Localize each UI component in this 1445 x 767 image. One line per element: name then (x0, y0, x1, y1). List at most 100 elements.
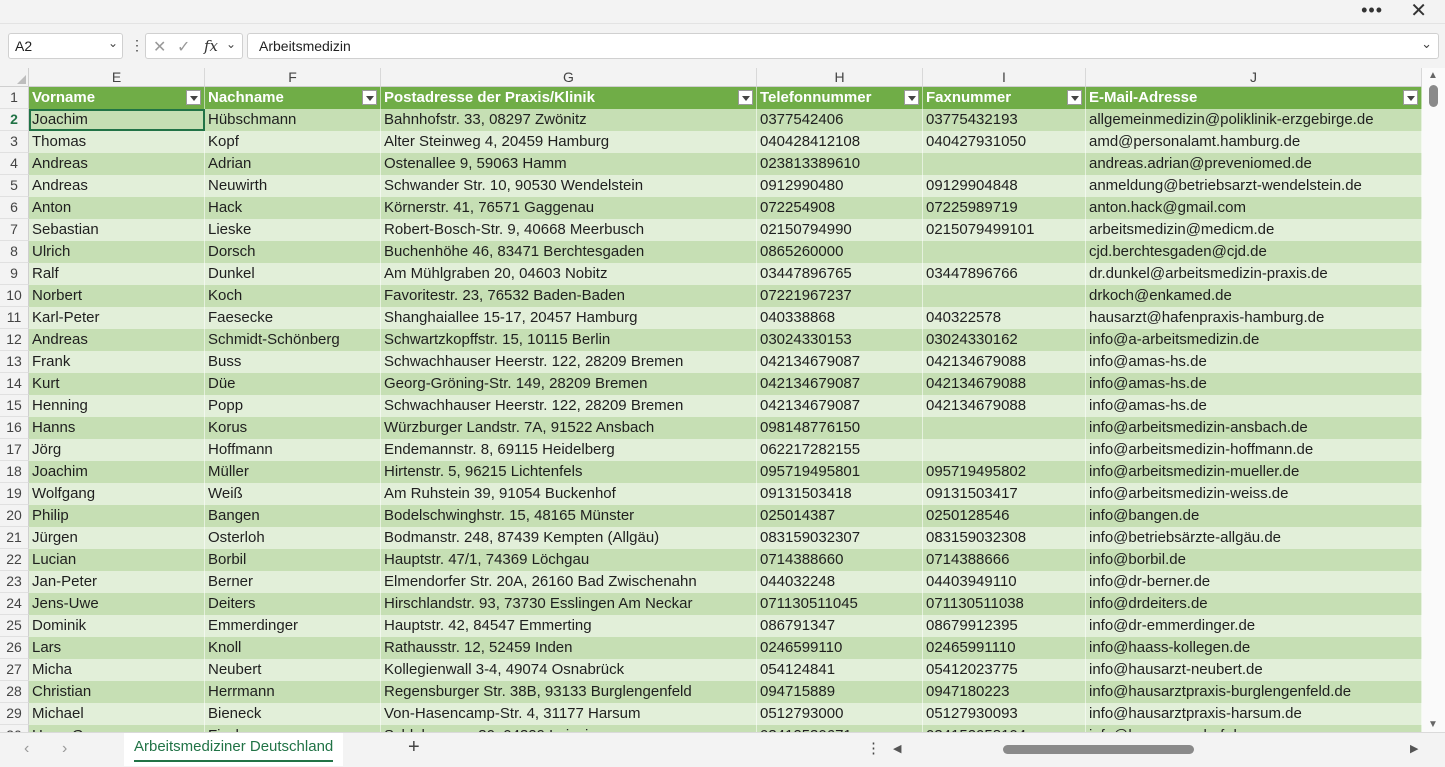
close-icon[interactable]: ✕ (1410, 0, 1427, 22)
cell-h[interactable]: 083159032307 (757, 527, 923, 549)
cell-g[interactable]: Schwartzkopffstr. 15, 10115 Berlin (381, 329, 757, 351)
row-header[interactable]: 17 (0, 439, 29, 461)
cell-e[interactable]: Anton (29, 197, 205, 219)
cell-f[interactable]: Bieneck (205, 703, 381, 725)
cell-h[interactable]: 0512793000 (757, 703, 923, 725)
row-header[interactable]: 21 (0, 527, 29, 549)
cell-j[interactable]: cjd.berchtesgaden@cjd.de (1086, 241, 1422, 263)
cell-j[interactable]: info@hausarztpraxis-harsum.de (1086, 703, 1422, 725)
cell-i[interactable]: 0714388666 (923, 549, 1086, 571)
sheet-tab-active[interactable]: Arbeitsmediziner Deutschland (124, 733, 344, 766)
row-header[interactable]: 18 (0, 461, 29, 483)
row-header[interactable]: 5 (0, 175, 29, 197)
cell-g[interactable]: Von-Hasencamp-Str. 4, 31177 Harsum (381, 703, 757, 725)
cell-f[interactable]: Lieske (205, 219, 381, 241)
row-header[interactable]: 26 (0, 637, 29, 659)
cell-e[interactable]: Wolfgang (29, 483, 205, 505)
cell-h[interactable]: 02150794990 (757, 219, 923, 241)
cell-g[interactable]: Shanghaiallee 15-17, 20457 Hamburg (381, 307, 757, 329)
cell-e[interactable]: Sebastian (29, 219, 205, 241)
cell-i[interactable]: 05127930093 (923, 703, 1086, 725)
cell-i[interactable]: 07225989719 (923, 197, 1086, 219)
row-header[interactable]: 9 (0, 263, 29, 285)
cell-g[interactable]: Robert-Bosch-Str. 9, 40668 Meerbusch (381, 219, 757, 241)
row-header[interactable]: 22 (0, 549, 29, 571)
cell-f[interactable]: Popp (205, 395, 381, 417)
cell-i[interactable]: 09131503417 (923, 483, 1086, 505)
cell-h[interactable]: 062217282155 (757, 439, 923, 461)
cell-g[interactable]: Ostenallee 9, 59063 Hamm (381, 153, 757, 175)
cell-g[interactable]: Hirtenstr. 5, 96215 Lichtenfels (381, 461, 757, 483)
cell-f[interactable]: Faesecke (205, 307, 381, 329)
cell-f[interactable]: Schmidt-Schönberg (205, 329, 381, 351)
cell-i[interactable]: 095719495802 (923, 461, 1086, 483)
cell-e[interactable]: Dominik (29, 615, 205, 637)
cell-g[interactable]: Hauptstr. 42, 84547 Emmerting (381, 615, 757, 637)
cell-g[interactable]: Alter Steinweg 4, 20459 Hamburg (381, 131, 757, 153)
cell-g[interactable]: Hirschlandstr. 93, 73730 Esslingen Am Ne… (381, 593, 757, 615)
cell-h[interactable]: 023813389610 (757, 153, 923, 175)
cell-i[interactable]: 0250128546 (923, 505, 1086, 527)
row-header[interactable]: 28 (0, 681, 29, 703)
cell-j[interactable]: allgemeinmedizin@poliklinik-erzgebirge.d… (1086, 109, 1422, 131)
column-header-j[interactable]: J (1086, 68, 1422, 87)
cell-h[interactable]: 0246599110 (757, 637, 923, 659)
cell-g[interactable]: Regensburger Str. 38B, 93133 Burglengenf… (381, 681, 757, 703)
name-box[interactable]: A2 ⌄ (8, 33, 123, 59)
cell-i[interactable]: 09129904848 (923, 175, 1086, 197)
filter-dropdown-icon[interactable] (738, 90, 753, 105)
cell-j[interactable]: info@haass-kollegen.de (1086, 637, 1422, 659)
cell-i[interactable]: 042134679088 (923, 395, 1086, 417)
cell-h[interactable]: 095719495801 (757, 461, 923, 483)
cell-j[interactable]: info@dr-emmerdinger.de (1086, 615, 1422, 637)
cell-g[interactable]: Würzburger Landstr. 7A, 91522 Ansbach (381, 417, 757, 439)
cell-f[interactable]: Buss (205, 351, 381, 373)
cell-i[interactable]: 08679912395 (923, 615, 1086, 637)
cell-e[interactable]: Henning (29, 395, 205, 417)
cell-i[interactable]: 02465991110 (923, 637, 1086, 659)
cell-e[interactable]: Norbert (29, 285, 205, 307)
cell-e[interactable]: Hanns (29, 417, 205, 439)
cell-i[interactable]: 042134679088 (923, 351, 1086, 373)
cell-f[interactable]: Dorsch (205, 241, 381, 263)
cell-i[interactable]: 05412023775 (923, 659, 1086, 681)
row-header[interactable]: 15 (0, 395, 29, 417)
row-header[interactable]: 11 (0, 307, 29, 329)
cell-g[interactable]: Am Mühlgraben 20, 04603 Nobitz (381, 263, 757, 285)
filter-dropdown-icon[interactable] (362, 90, 377, 105)
cell-h[interactable]: 0377542406 (757, 109, 923, 131)
cell-j[interactable]: info@amas-hs.de (1086, 351, 1422, 373)
column-header-g[interactable]: G (381, 68, 757, 87)
cell-j[interactable]: info@borbil.de (1086, 549, 1422, 571)
cell-f[interactable]: Koch (205, 285, 381, 307)
cell-h[interactable]: 09131503418 (757, 483, 923, 505)
cell-j[interactable]: drkoch@enkamed.de (1086, 285, 1422, 307)
chevron-down-icon[interactable]: ⌄ (108, 36, 118, 50)
row-header[interactable]: 29 (0, 703, 29, 725)
filter-dropdown-icon[interactable] (186, 90, 201, 105)
cell-g[interactable]: Endemannstr. 8, 69115 Heidelberg (381, 439, 757, 461)
fx-chevron-down-icon[interactable]: ⌄ (226, 37, 236, 51)
table-header-cell[interactable]: Nachname (205, 87, 381, 109)
cell-h[interactable]: 040338868 (757, 307, 923, 329)
cell-e[interactable]: Kurt (29, 373, 205, 395)
cell-g[interactable]: Georg-Gröning-Str. 149, 28209 Bremen (381, 373, 757, 395)
cell-e[interactable]: Ulrich (29, 241, 205, 263)
cell-j[interactable]: info@hausarzt-neubert.de (1086, 659, 1422, 681)
cell-h[interactable]: 044032248 (757, 571, 923, 593)
row-header[interactable]: 23 (0, 571, 29, 593)
cell-i[interactable]: 03775432193 (923, 109, 1086, 131)
cell-h[interactable]: 071130511045 (757, 593, 923, 615)
vertical-scroll-thumb[interactable] (1429, 85, 1438, 107)
column-header-e[interactable]: E (29, 68, 205, 87)
cell-i[interactable] (923, 153, 1086, 175)
cell-e[interactable]: Jens-Uwe (29, 593, 205, 615)
cell-e[interactable]: Jörg (29, 439, 205, 461)
cell-j[interactable]: info@amas-hs.de (1086, 395, 1422, 417)
cell-e[interactable]: Andreas (29, 153, 205, 175)
row-header[interactable]: 14 (0, 373, 29, 395)
cell-g[interactable]: Kollegienwall 3-4, 49074 Osnabrück (381, 659, 757, 681)
cell-g[interactable]: Schwachhauser Heerstr. 122, 28209 Bremen (381, 395, 757, 417)
cell-e[interactable]: Frank (29, 351, 205, 373)
cell-g[interactable]: Hauptstr. 47/1, 74369 Löchgau (381, 549, 757, 571)
